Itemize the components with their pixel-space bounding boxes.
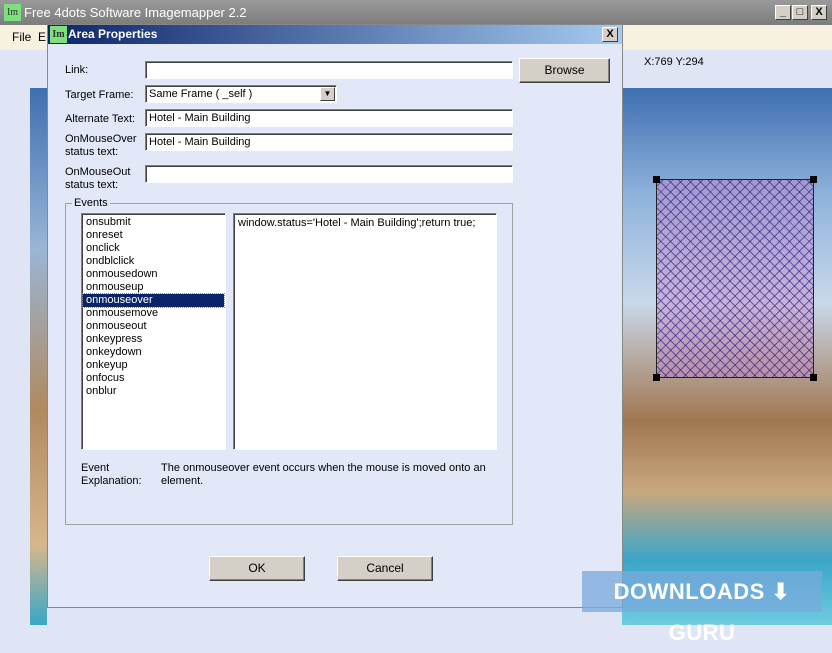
event-code-textarea[interactable]: window.status='Hotel - Main Building';re… [233, 213, 497, 450]
browse-button[interactable]: Browse [519, 58, 610, 83]
explanation-label-2: Explanation: [81, 475, 142, 487]
alt-text-label: Alternate Text: [65, 113, 136, 125]
events-list[interactable]: onsubmit onreset onclick ondblclick onmoused… [81, 213, 226, 450]
event-list-item[interactable]: onreset [83, 229, 224, 242]
menu-edit[interactable]: E [38, 25, 46, 50]
resize-handle[interactable] [810, 176, 817, 183]
maximize-button[interactable]: □ [792, 5, 808, 20]
target-frame-label: Target Frame: [65, 89, 134, 101]
main-title: Free 4dots Software Imagemapper 2.2 [24, 5, 247, 20]
target-frame-value: Same Frame ( _self ) [149, 88, 253, 100]
link-label: Link: [65, 64, 89, 76]
onmouseover-input[interactable]: Hotel - Main Building [145, 133, 513, 151]
alt-text-input[interactable]: Hotel - Main Building [145, 109, 513, 127]
area-properties-dialog: Im Area Properties X Link: Browse Target… [47, 24, 623, 608]
coordinates-readout: X:769 Y:294 [644, 56, 704, 68]
event-list-item[interactable]: onclick [83, 242, 224, 255]
minimize-button[interactable]: _ [775, 5, 791, 20]
chevron-down-icon[interactable]: ▼ [320, 87, 335, 101]
cancel-button[interactable]: Cancel [337, 556, 433, 581]
watermark: DOWNLOADS ⬇ GURU [582, 571, 822, 645]
event-list-item[interactable]: onsubmit [83, 216, 224, 229]
onmouseout-input[interactable] [145, 165, 513, 183]
menu-file[interactable]: File [12, 25, 31, 50]
main-title-bar: Im Free 4dots Software Imagemapper 2.2 _… [0, 0, 832, 25]
dialog-close-button[interactable]: X [602, 27, 618, 42]
onmouseout-label: OnMouseOut [65, 166, 131, 178]
image-canvas-left [30, 88, 47, 625]
link-input[interactable] [145, 61, 513, 79]
event-list-item[interactable]: onmousedown [83, 268, 224, 281]
app-icon: Im [4, 4, 21, 21]
event-list-item[interactable]: onmouseover [82, 293, 225, 308]
event-list-item[interactable]: onfocus [83, 372, 224, 385]
event-list-item[interactable]: onkeydown [83, 346, 224, 359]
event-list-item[interactable]: onmouseup [83, 281, 224, 294]
onmouseout-label-2: status text: [65, 179, 119, 191]
onmouseover-label-2: status text: [65, 146, 119, 158]
event-list-item[interactable]: onblur [83, 385, 224, 398]
selected-area[interactable] [653, 176, 817, 381]
app-icon: Im [50, 26, 67, 43]
close-button[interactable]: X [811, 5, 827, 20]
dialog-title-bar: Im Area Properties X [48, 25, 622, 44]
event-list-item[interactable]: onkeyup [83, 359, 224, 372]
resize-handle[interactable] [810, 374, 817, 381]
onmouseover-label: OnMouseOver [65, 133, 137, 145]
ok-button[interactable]: OK [209, 556, 305, 581]
target-frame-select[interactable]: Same Frame ( _self ) ▼ [145, 85, 337, 103]
dialog-title: Area Properties [68, 27, 158, 41]
event-list-item[interactable]: onmouseout [83, 320, 224, 333]
resize-handle[interactable] [653, 176, 660, 183]
event-explanation: The onmouseover event occurs when the mo… [161, 462, 486, 487]
event-list-item[interactable]: onkeypress [83, 333, 224, 346]
events-label: Events [72, 197, 110, 210]
event-list-item[interactable]: onmousemove [83, 307, 224, 320]
explanation-label: Event [81, 462, 110, 474]
resize-handle[interactable] [653, 374, 660, 381]
event-list-item[interactable]: ondblclick [83, 255, 224, 268]
